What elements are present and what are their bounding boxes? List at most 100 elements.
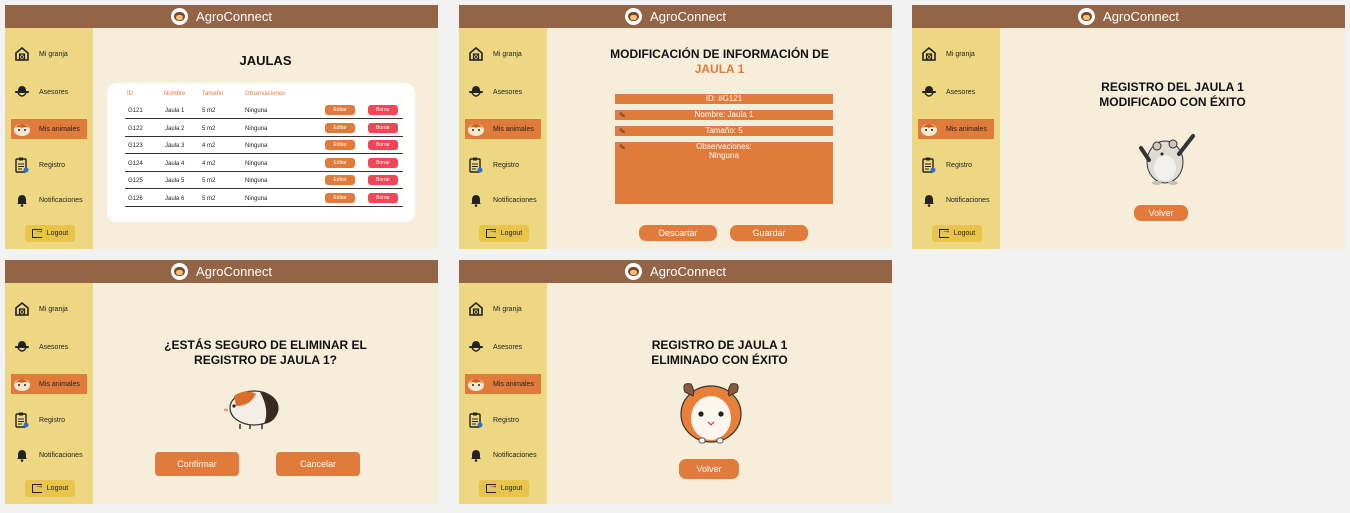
hamster-icon	[920, 122, 938, 136]
sidebar-item-label: Mis animales	[493, 380, 534, 388]
logout-button[interactable]: Logout	[479, 225, 529, 242]
name-field[interactable]: ✎ Nombre: Jaula 1	[615, 110, 833, 120]
logout-icon	[938, 225, 951, 238]
edit-button[interactable]: Editar	[325, 122, 355, 133]
cell-id: G123	[128, 143, 143, 150]
edit-button[interactable]: Editar	[325, 157, 355, 168]
logout-button[interactable]: Logout	[25, 225, 75, 242]
pencil-icon[interactable]: ✎	[619, 127, 626, 136]
logout-label: Logout	[953, 230, 976, 237]
sidebar-item-mis-animales[interactable]: Mis animales	[11, 119, 87, 139]
sidebar-item-mi-granja[interactable]: Mi granja	[11, 44, 87, 64]
cell-tamano: 4 m2	[202, 143, 216, 150]
top-bar: AgroConnect	[5, 260, 438, 283]
sidebar-item-mis-animales[interactable]: Mis animales	[918, 119, 994, 139]
table-row: G125 Jaula 5 5 m2 Ninguna Editar Borrar	[125, 172, 403, 190]
delete-button[interactable]: Borrar	[368, 105, 398, 115]
edit-success-screen: AgroConnect Mi granja Asesores Mis anima…	[912, 5, 1345, 249]
delete-button[interactable]: Borrar	[368, 193, 398, 203]
sidebar-item-mis-animales[interactable]: Mis animales	[465, 374, 541, 394]
sidebar-item-label: Mis animales	[39, 380, 80, 388]
barn-icon	[13, 47, 31, 61]
success-subtitle: MODIFICADO CON ÉXITO	[1099, 95, 1246, 109]
edit-button[interactable]: Editar	[325, 175, 355, 186]
cell-observaciones: Ninguna	[245, 196, 268, 202]
cell-nombre: Jaula 4	[165, 160, 185, 167]
sidebar-item-notificaciones[interactable]: Notificaciones	[465, 190, 541, 210]
logout-button[interactable]: Logout	[25, 480, 75, 497]
column-header-tamano: Tamaño	[202, 91, 224, 97]
cell-observaciones: Ninguna	[245, 125, 268, 132]
back-button[interactable]: Volver	[1134, 205, 1188, 221]
edit-button[interactable]: Editar	[325, 105, 355, 115]
back-button[interactable]: Volver	[679, 459, 739, 479]
logout-button[interactable]: Logout	[479, 480, 529, 497]
app-title: AgroConnect	[196, 9, 272, 24]
cell-observaciones: Ninguna	[245, 108, 268, 114]
pencil-icon[interactable]: ✎	[619, 111, 626, 120]
sidebar-item-registro[interactable]: Registro	[465, 155, 541, 175]
sidebar-item-label: Asesores	[39, 343, 69, 351]
sidebar-item-label: Mis animales	[39, 125, 80, 133]
size-field[interactable]: ✎ Tamaño: 5	[615, 126, 833, 136]
clipboard-icon	[13, 157, 31, 173]
confirm-button[interactable]: Confirmar	[155, 452, 239, 476]
barn-icon	[13, 302, 31, 316]
id-field: ID: #G121	[615, 94, 833, 104]
delete-button[interactable]: Borrar	[368, 175, 398, 186]
sidebar-item-asesores[interactable]: Asesores	[465, 337, 541, 357]
top-bar: AgroConnect	[5, 5, 438, 28]
delete-button[interactable]: Borrar	[368, 157, 398, 168]
save-button[interactable]: Guardar	[730, 225, 808, 241]
sidebar-item-mi-granja[interactable]: Mi granja	[11, 299, 87, 319]
edit-button[interactable]: Editar	[325, 140, 355, 151]
sidebar-item-mi-granja[interactable]: Mi granja	[465, 299, 541, 319]
app-title: AgroConnect	[196, 264, 272, 279]
sidebar-item-mi-granja[interactable]: Mi granja	[465, 44, 541, 64]
sidebar-item-notificaciones[interactable]: Notificaciones	[918, 190, 994, 210]
table-row: G121 Jaula 1 5 m2 Ninguna Editar Borrar	[125, 102, 403, 119]
sidebar-item-label: Asesores	[493, 343, 523, 351]
sidebar-item-mi-granja[interactable]: Mi granja	[918, 44, 994, 64]
app-logo-icon	[1078, 8, 1096, 25]
delete-button[interactable]: Borrar	[368, 140, 398, 151]
deleted-title: REGISTRO DE JAULA 1	[651, 338, 788, 352]
delete-button[interactable]: Borrar	[368, 122, 398, 133]
guinea-pig-face-image	[680, 383, 742, 444]
sidebar-item-registro[interactable]: Registro	[465, 410, 541, 430]
sidebar-item-notificaciones[interactable]: Notificaciones	[11, 445, 87, 465]
sidebar-item-mis-animales[interactable]: Mis animales	[11, 374, 87, 394]
hamster-icon	[467, 377, 485, 391]
observations-field[interactable]: ✎ Observaciones: Ninguna	[615, 142, 833, 204]
dancing-hamster-image	[1139, 134, 1195, 185]
sidebar-item-asesores[interactable]: Asesores	[11, 337, 87, 357]
logout-icon	[485, 480, 498, 493]
cages-table: ID Nombre Tamaño Observaciones G121 Jaul…	[107, 83, 415, 222]
success-title: REGISTRO DEL JAULA 1	[1101, 80, 1244, 94]
sidebar-item-label: Notificaciones	[493, 451, 537, 459]
sidebar-item-notificaciones[interactable]: Notificaciones	[11, 190, 87, 210]
sidebar-item-notificaciones[interactable]: Notificaciones	[465, 445, 541, 465]
edit-button[interactable]: Editar	[325, 193, 355, 203]
cancel-button[interactable]: Cancelar	[276, 452, 360, 476]
sidebar: Mi granja Asesores Mis animales Registro…	[912, 28, 1000, 249]
logout-button[interactable]: Logout	[932, 225, 982, 242]
sidebar-item-registro[interactable]: Registro	[11, 155, 87, 175]
sidebar-item-label: Mi granja	[946, 50, 975, 58]
deleted-subtitle: ELIMINADO CON ÉXITO	[651, 353, 788, 367]
sidebar-item-asesores[interactable]: Asesores	[465, 82, 541, 102]
main-content: ¿ESTÁS SEGURO DE ELIMINAR EL REGISTRO DE…	[93, 283, 438, 504]
sidebar-item-asesores[interactable]: Asesores	[918, 82, 994, 102]
sidebar-item-asesores[interactable]: Asesores	[11, 82, 87, 102]
sidebar-item-registro[interactable]: Registro	[918, 155, 994, 175]
sidebar: Mi granja Asesores Mis animales Registro…	[5, 283, 93, 504]
sidebar-item-registro[interactable]: Registro	[11, 410, 87, 430]
logout-label: Logout	[46, 230, 69, 237]
sidebar-item-mis-animales[interactable]: Mis animales	[465, 119, 541, 139]
hat-icon	[13, 340, 31, 354]
discard-button[interactable]: Descartar	[639, 225, 717, 241]
cell-id: G126	[128, 196, 143, 202]
app-title: AgroConnect	[650, 9, 726, 24]
barn-icon	[920, 47, 938, 61]
pencil-icon[interactable]: ✎	[619, 143, 626, 152]
